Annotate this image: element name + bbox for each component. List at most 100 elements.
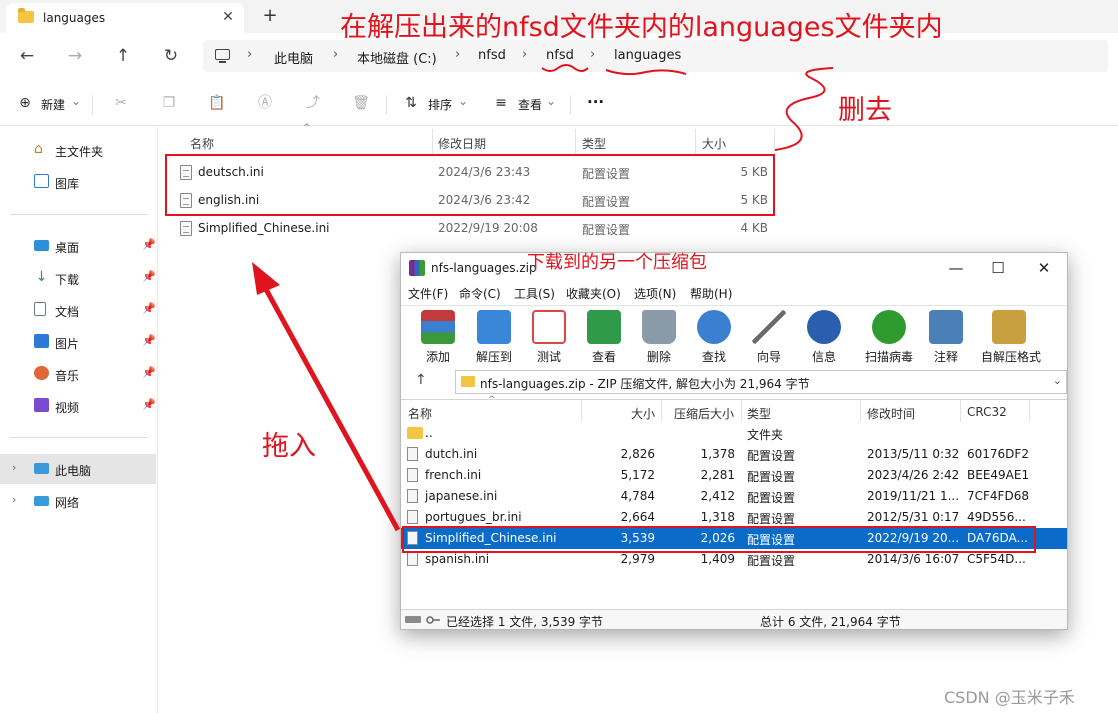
archive-row[interactable]: portugues_br.ini 2,664 1,318 配置设置 2012/5/31 … — [401, 507, 1067, 528]
breadcrumb-languages[interactable]: languages — [614, 48, 681, 63]
close-button[interactable]: ✕ — [1029, 257, 1059, 279]
up-folder-icon[interactable]: ↑ — [415, 372, 427, 388]
back-arrow-icon[interactable]: ← — [14, 43, 40, 69]
pictures-icon — [34, 334, 49, 348]
chevron-down-icon[interactable]: ⌄ — [71, 94, 81, 108]
up-arrow-icon[interactable]: ↑ — [110, 43, 136, 69]
breadcrumb[interactable]: › 此电脑 › 本地磁盘 (C:) › nfsd › nfsd › langua… — [203, 40, 1108, 72]
sort-ascending-icon: ^ — [303, 123, 311, 133]
sidebar-item-this-pc[interactable]: › 此电脑 — [0, 454, 156, 484]
delete-button[interactable]: 删除 — [631, 308, 687, 366]
column-header-type[interactable]: 类型 — [582, 135, 606, 152]
cut-icon[interactable]: ✂ — [112, 94, 130, 112]
close-tab-icon[interactable]: ✕ — [218, 7, 238, 27]
menu-favorites[interactable]: 收藏夹(O) — [566, 285, 621, 302]
pin-icon[interactable]: 📌 — [142, 366, 156, 379]
comment-icon — [929, 310, 963, 344]
breadcrumb-separator: › — [247, 47, 253, 62]
minimize-button[interactable]: — — [941, 257, 971, 279]
breadcrumb-local-disk[interactable]: 本地磁盘 (C:) — [357, 48, 437, 67]
delete-icon[interactable]: 🗑 — [352, 94, 370, 112]
sidebar-item-network[interactable]: › 网络 — [0, 486, 156, 516]
breadcrumb-this-pc[interactable]: 此电脑 — [274, 48, 313, 67]
view-button[interactable]: 查看 — [518, 96, 542, 113]
menu-file[interactable]: 文件(F) — [408, 285, 448, 302]
archive-row[interactable]: japanese.ini 4,784 2,412 配置设置 2019/11/21 1..… — [401, 486, 1067, 507]
pin-icon[interactable]: 📌 — [142, 238, 156, 251]
info-button[interactable]: 信息 — [796, 308, 852, 366]
pin-icon[interactable]: 📌 — [142, 398, 156, 411]
expand-chevron-icon[interactable]: › — [12, 493, 16, 506]
column-header-size[interactable]: 大小 — [631, 405, 655, 422]
sidebar-item-home[interactable]: ⌂ 主文件夹 — [0, 135, 156, 165]
sidebar-item-desktop[interactable]: 桌面 📌 — [0, 231, 156, 261]
column-header-packed[interactable]: 压缩后大小 — [674, 405, 734, 422]
column-header-date[interactable]: 修改日期 — [438, 135, 486, 152]
menu-commands[interactable]: 命令(C) — [459, 285, 501, 302]
archive-row[interactable]: dutch.ini 2,826 1,378 配置设置 2013/5/11 0:32 601… — [401, 444, 1067, 465]
cell-size: 4,784 — [620, 489, 655, 503]
view-button[interactable]: 查看 — [576, 308, 632, 366]
new-tab-button[interactable]: + — [258, 5, 282, 29]
refresh-icon[interactable]: ↻ — [158, 43, 184, 69]
chevron-down-icon[interactable]: ⌄ — [1053, 374, 1062, 387]
pin-icon[interactable]: 📌 — [142, 270, 156, 283]
share-icon[interactable]: ⤴ — [304, 94, 322, 112]
column-divider[interactable] — [960, 400, 961, 422]
new-button[interactable]: 新建 — [41, 96, 65, 113]
column-divider[interactable] — [695, 129, 696, 155]
sidebar-item-downloads[interactable]: ↓ 下载 📌 — [0, 263, 156, 293]
column-divider[interactable] — [860, 400, 861, 422]
more-options-button[interactable]: ··· — [587, 93, 604, 111]
cell-name: japanese.ini — [425, 489, 498, 503]
column-header-name[interactable]: 名称 — [190, 135, 214, 152]
parent-folder-row[interactable]: .. 文件夹 — [401, 423, 1067, 444]
file-row[interactable]: Simplified_Chinese.ini 2022/9/19 20:08 配… — [160, 216, 770, 242]
copy-icon[interactable]: ❐ — [160, 94, 178, 112]
chevron-down-icon[interactable]: ⌄ — [458, 94, 468, 108]
menu-options[interactable]: 选项(N) — [634, 285, 676, 302]
sidebar-item-music[interactable]: 音乐 📌 — [0, 359, 156, 389]
column-header-size[interactable]: 大小 — [702, 135, 726, 152]
maximize-button[interactable]: ☐ — [983, 257, 1013, 279]
tab-languages[interactable]: languages ✕ — [6, 3, 244, 33]
virus-scan-button[interactable]: 扫描病毒 — [861, 308, 917, 366]
menu-tools[interactable]: 工具(S) — [514, 285, 555, 302]
column-header-type[interactable]: 类型 — [747, 405, 771, 422]
column-divider[interactable] — [575, 129, 576, 155]
pin-icon[interactable]: 📌 — [142, 334, 156, 347]
find-button[interactable]: 查找 — [686, 308, 742, 366]
chevron-down-icon[interactable]: ⌄ — [546, 94, 556, 108]
archive-row[interactable]: french.ini 5,172 2,281 配置设置 2023/4/26 2:42 BE… — [401, 465, 1067, 486]
column-divider[interactable] — [774, 129, 775, 155]
wizard-button[interactable]: 向导 — [741, 308, 797, 366]
column-divider[interactable] — [1029, 400, 1030, 422]
archive-file-list: 名称 ^ 大小 压缩后大小 类型 修改时间 CRC32 .. 文件夹 dutch.i… — [401, 395, 1067, 605]
expand-chevron-icon[interactable]: › — [12, 461, 16, 474]
column-divider[interactable] — [581, 400, 582, 422]
sort-button[interactable]: 排序 — [428, 96, 452, 113]
add-button[interactable]: 添加 — [410, 308, 466, 366]
column-divider[interactable] — [432, 129, 433, 155]
breadcrumb-nfsd-2[interactable]: nfsd — [546, 48, 574, 63]
pin-icon[interactable]: 📌 — [142, 302, 156, 315]
comment-button[interactable]: 注释 — [918, 308, 974, 366]
column-divider[interactable] — [661, 400, 662, 422]
sidebar-item-videos[interactable]: 视频 📌 — [0, 391, 156, 421]
sidebar-item-pictures[interactable]: 图片 📌 — [0, 327, 156, 357]
column-divider[interactable] — [741, 400, 742, 422]
column-header-modified[interactable]: 修改时间 — [867, 405, 915, 422]
sidebar-item-documents[interactable]: 文档 📌 — [0, 295, 156, 325]
breadcrumb-nfsd-1[interactable]: nfsd — [478, 48, 506, 63]
sfx-button[interactable]: 自解压格式 — [981, 308, 1041, 366]
menu-help[interactable]: 帮助(H) — [690, 285, 732, 302]
rename-icon[interactable]: Ⓐ — [256, 94, 274, 112]
paste-icon[interactable]: 📋 — [208, 94, 226, 112]
test-button[interactable]: 测试 — [521, 308, 577, 366]
sidebar-item-gallery[interactable]: 图库 — [0, 167, 156, 197]
archive-path-combobox[interactable]: nfs-languages.zip - ZIP 压缩文件, 解包大小为 21,9… — [455, 370, 1067, 394]
column-header-name[interactable]: 名称 — [408, 405, 432, 422]
column-header-crc[interactable]: CRC32 — [967, 405, 1007, 419]
forward-arrow-icon[interactable]: → — [62, 43, 88, 69]
extract-to-button[interactable]: 解压到 — [466, 308, 522, 366]
